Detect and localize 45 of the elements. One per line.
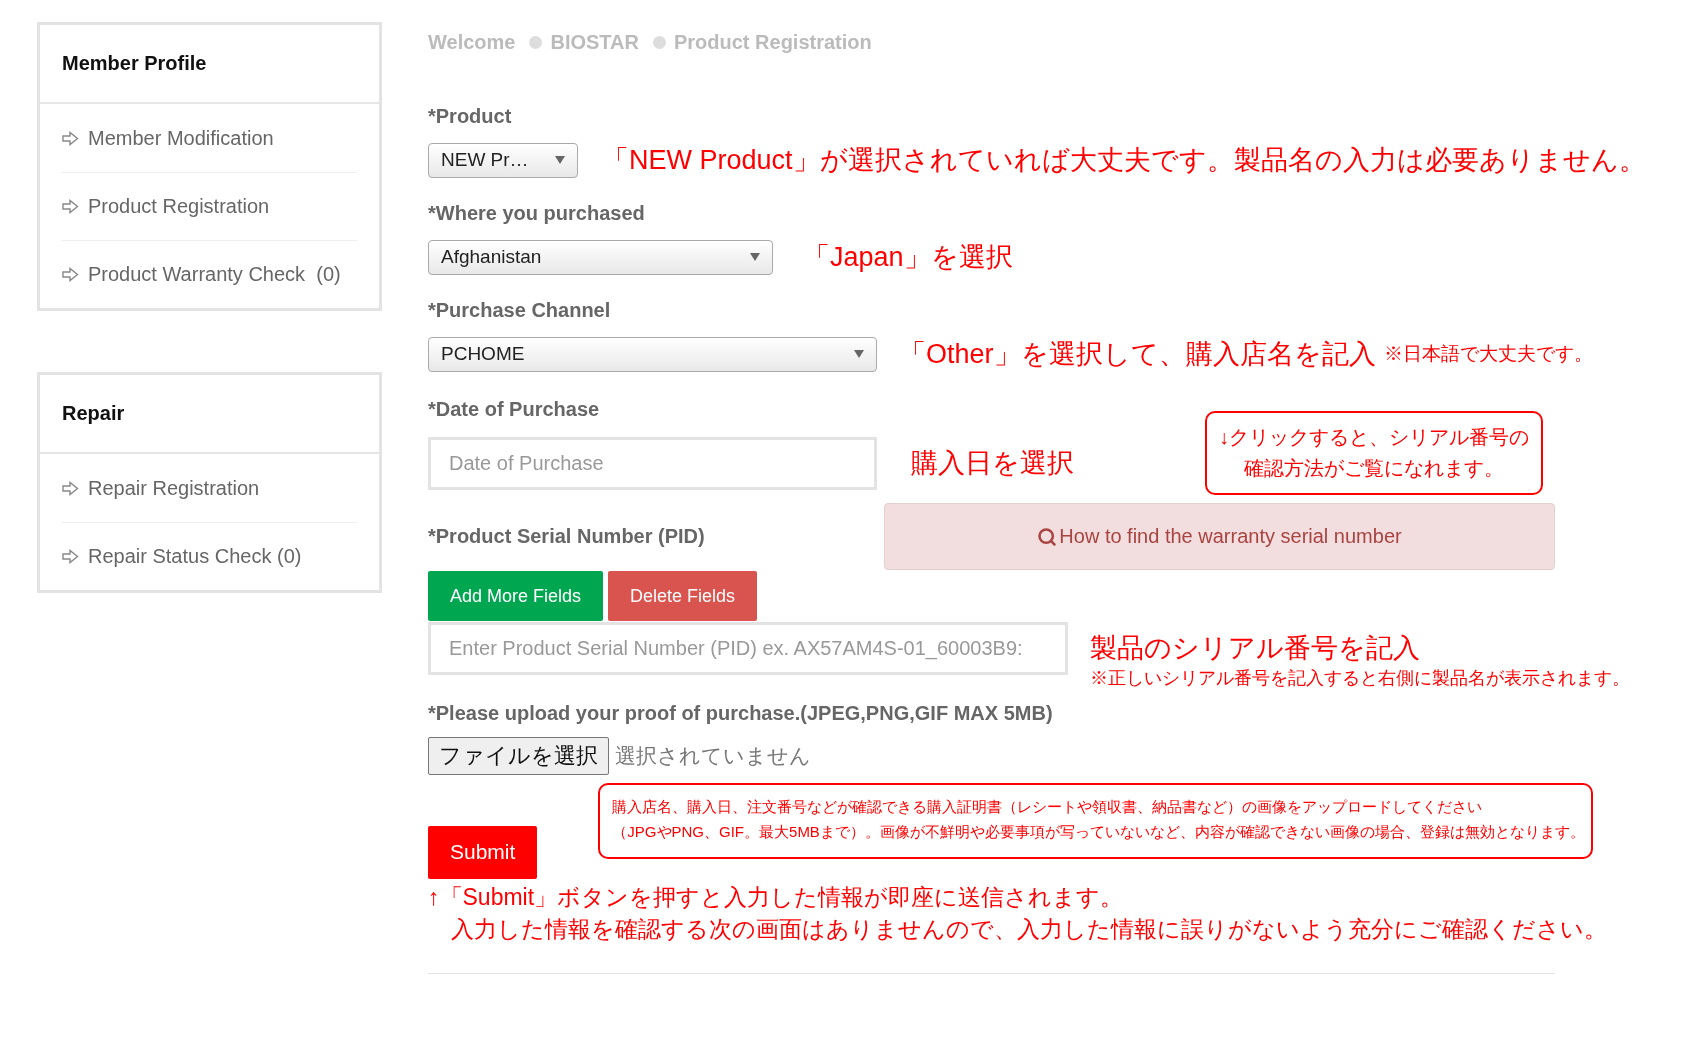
date-input[interactable]: Date of Purchase xyxy=(428,436,877,490)
annotation-text: ※日本語で大丈夫です。 xyxy=(1383,342,1593,366)
sidebar-item[interactable]: Product Warranty Check (0) xyxy=(62,240,357,308)
annotation-text: ※正しいシリアル番号を記入すると右側に製品名が表示されます。 xyxy=(1090,667,1630,690)
annotation-text: 「Other」を選択して、購入店名を記入 xyxy=(899,338,1376,371)
panel-title: Repair xyxy=(40,375,379,454)
field-label: *Product Serial Number (PID) xyxy=(428,525,705,548)
arrow-icon xyxy=(62,131,79,146)
sidebar-item[interactable]: Product Registration xyxy=(62,172,357,240)
arrow-icon xyxy=(62,267,79,282)
file-choose-button[interactable]: ファイルを選択 xyxy=(428,737,609,775)
delete-fields-button[interactable]: Delete Fields xyxy=(608,571,758,621)
field-label: *Where you purchased xyxy=(428,202,646,225)
serial-input[interactable]: Enter Product Serial Number (PID) ex. AX57AM4S-01_60003B9: xyxy=(428,622,1068,675)
caret-icon xyxy=(555,156,565,164)
caret-icon xyxy=(854,350,864,358)
annotation-text: 購入日を選択 xyxy=(911,447,1074,480)
annotation-text: 「Japan」を選択 xyxy=(803,241,1013,274)
sidebar-item[interactable]: Member Modification xyxy=(62,104,357,172)
product-select[interactable]: NEW Pr… xyxy=(428,142,578,178)
annotation-text: 製品のシリアル番号を記入 xyxy=(1090,632,1421,665)
sidebar-item[interactable]: Repair Status Check (0) xyxy=(62,522,357,590)
callout-note: ↓クリックすると、シリアル番号の 確認方法がご覧になれます。 xyxy=(1205,411,1543,495)
arrow-icon xyxy=(62,481,79,496)
field-label: *Date of Purchase xyxy=(428,398,601,421)
field-label: *Product xyxy=(428,105,513,128)
channel-select[interactable]: PCHOME xyxy=(428,336,877,372)
annotation-text: 「NEW Product」が選択されていれば大丈夫です。製品名の入力は必要ありません。 xyxy=(602,144,1646,177)
arrow-icon xyxy=(62,199,79,214)
sidebar-item[interactable]: Repair Registration xyxy=(62,454,357,522)
country-select[interactable]: Afghanistan xyxy=(428,239,773,275)
add-fields-button[interactable]: Add More Fields xyxy=(428,571,604,621)
search-icon xyxy=(1037,526,1058,547)
callout-note: 購入店名、購入日、注文番号などが確認できる購入証明書（レシートや領収書、納品書など）の画像をアップロードしてください （JPGやPNG、GIF。最大5MBまで）。画像が不鮮明や必要事項が写っていないなど、内容が確認できない画像の場合、登録は無効となります。 xyxy=(598,783,1593,859)
field-label: *Please upload your proof of purchase.(JPEG,PNG,GIF MAX 5MB) xyxy=(428,702,1054,725)
file-status: 選択されていません xyxy=(615,743,811,769)
caret-icon xyxy=(750,253,760,261)
field-label: *Purchase Channel xyxy=(428,299,612,322)
help-button[interactable]: How to find the warranty serial number xyxy=(884,503,1555,570)
submit-notice: ↑「Submit」ボタンを押すと入力した情報が即座に送信されます。 入力した情報を確認する次の画面はありませんので、入力した情報に誤りがないよう充分にご確認ください。 xyxy=(428,882,1608,944)
separator-dot xyxy=(529,35,543,49)
submit-button[interactable]: Submit xyxy=(428,825,538,879)
panel-title: Member Profile xyxy=(40,25,379,104)
separator-dot xyxy=(652,35,666,49)
arrow-icon xyxy=(62,549,79,564)
